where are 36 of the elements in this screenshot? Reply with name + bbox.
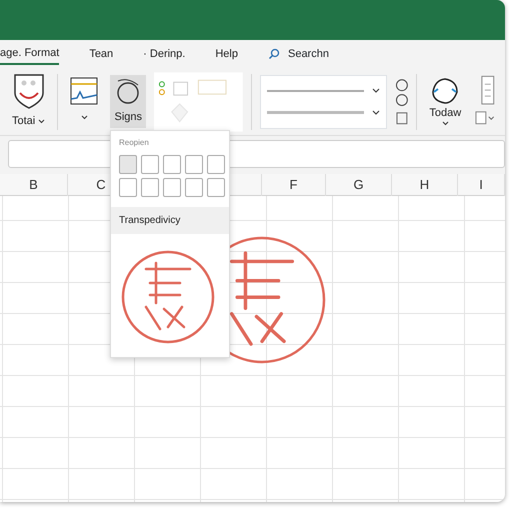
caret-icon (38, 118, 46, 124)
caret-icon (80, 114, 88, 120)
ribbon-tab[interactable]: Tean (89, 44, 114, 64)
column-header[interactable]: G (326, 174, 392, 196)
caret-icon (372, 110, 380, 115)
caret-icon (372, 88, 380, 93)
chart-icon (70, 77, 98, 106)
swatch[interactable] (141, 155, 159, 174)
ribbon-button[interactable]: Todaw (425, 74, 466, 128)
ribbon-button[interactable]: Totai (8, 71, 50, 132)
ribbon-tab[interactable]: Help (215, 44, 238, 64)
ribbon-tab[interactable]: · Derinp. (143, 44, 186, 64)
swatch[interactable] (119, 178, 137, 197)
line-style-dropdown[interactable] (260, 74, 387, 128)
ribbon-button[interactable]: Signs (110, 75, 146, 128)
column-header[interactable]: F (262, 174, 326, 196)
swatch[interactable] (119, 155, 137, 174)
swatch[interactable] (185, 178, 203, 197)
column-header[interactable]: I (458, 174, 505, 196)
swatch[interactable] (163, 155, 181, 174)
section-label: Reopien (118, 137, 150, 149)
swatch[interactable] (185, 155, 203, 174)
shield-icon (12, 73, 45, 110)
column-header[interactable]: B (0, 174, 68, 196)
swatch[interactable] (207, 155, 225, 174)
style-gallery[interactable] (154, 72, 244, 132)
circle-icon[interactable] (394, 78, 408, 126)
ribbon-tab[interactable]: age. Format (0, 42, 60, 66)
swatch[interactable] (163, 178, 181, 197)
swatch[interactable] (141, 178, 159, 197)
caret-icon (442, 121, 449, 126)
search-icon (268, 48, 280, 60)
menu-item[interactable]: Transpedivicy (111, 207, 229, 234)
column-header[interactable]: H (392, 174, 458, 196)
search-box[interactable]: Searchn (288, 46, 329, 62)
swatch[interactable] (207, 178, 225, 197)
